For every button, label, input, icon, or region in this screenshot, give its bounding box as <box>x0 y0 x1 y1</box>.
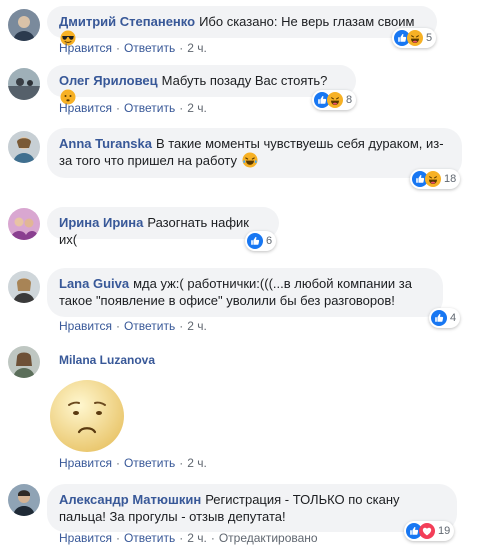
reaction-summary[interactable]: 5 <box>392 28 437 48</box>
comment-bubble: Александр Матюшкин Регистрация - ТОЛЬКО п… <box>47 484 457 532</box>
avatar[interactable] <box>8 484 40 516</box>
like-link[interactable]: Нравится <box>59 101 112 115</box>
reaction-summary[interactable]: 18 <box>410 169 461 189</box>
comment-bubble: Anna Turanska В такие моменты чувствуешь … <box>47 128 462 178</box>
reaction-summary[interactable]: 6 <box>245 231 277 251</box>
timestamp[interactable]: 2 ч. <box>187 531 207 545</box>
avatar[interactable] <box>8 68 40 100</box>
avatar[interactable] <box>8 208 40 240</box>
reaction-summary[interactable]: 19 <box>404 521 455 541</box>
haha-reaction-icon <box>327 92 343 108</box>
reaction-summary[interactable]: 4 <box>429 308 461 328</box>
comment-author[interactable]: Дмитрий Степаненко <box>59 14 195 29</box>
like-reaction-icon <box>431 310 447 326</box>
like-link[interactable]: Нравится <box>59 319 112 333</box>
comment-text: Мабуть позаду Вас стоять? <box>161 73 328 88</box>
reaction-count: 18 <box>444 173 457 185</box>
laughing-tears-emoji <box>242 152 258 168</box>
haha-reaction-icon <box>407 30 423 46</box>
comment-bubble: Lana Guiva мда уж:( работнички:(((...в лю… <box>47 268 443 317</box>
comment-author[interactable]: Ирина Ирина <box>59 215 143 230</box>
love-reaction-icon <box>419 523 435 539</box>
comment-bubble: Ирина Ирина Разогнать нафик их( <box>47 207 279 247</box>
reply-link[interactable]: Ответить <box>124 101 175 115</box>
reply-link[interactable]: Ответить <box>124 41 175 55</box>
reaction-count: 19 <box>438 525 451 537</box>
timestamp[interactable]: 2 ч. <box>187 101 207 115</box>
comment-author[interactable]: Anna Turanska <box>59 136 152 151</box>
comment-author[interactable]: Milana Luzanova <box>59 353 155 367</box>
like-link[interactable]: Нравится <box>59 456 112 470</box>
comment-author[interactable]: Александр Матюшкин <box>59 492 201 507</box>
timestamp[interactable]: 2 ч. <box>187 319 207 333</box>
like-link[interactable]: Нравится <box>59 531 112 545</box>
comment-author[interactable]: Lana Guiva <box>59 276 129 291</box>
comment-actions: Нравится · Ответить · 2 ч. <box>59 41 207 55</box>
reaction-count: 4 <box>450 312 457 324</box>
comment-actions: Нравится · Ответить · 2 ч. · Отредактировано <box>59 531 318 545</box>
reply-link[interactable]: Ответить <box>124 456 175 470</box>
avatar[interactable] <box>8 346 40 378</box>
sad-face-sticker[interactable] <box>47 374 127 454</box>
reaction-count: 6 <box>266 235 273 247</box>
avatar[interactable] <box>8 271 40 303</box>
reply-link[interactable]: Ответить <box>124 531 175 545</box>
comment-actions: Нравится · Ответить · 2 ч. <box>59 101 207 115</box>
reaction-count: 8 <box>346 94 353 106</box>
timestamp[interactable]: 2 ч. <box>187 456 207 470</box>
avatar[interactable] <box>8 131 40 163</box>
comment-text: Ибо сказано: Не верь глазам своим <box>199 14 415 29</box>
comment-bubble: Дмитрий Степаненко Ибо сказано: Не верь г… <box>47 6 437 46</box>
reaction-summary[interactable]: 8 <box>312 90 357 110</box>
comment-actions: Нравится · Ответить · 2 ч. <box>59 456 207 470</box>
haha-reaction-icon <box>425 171 441 187</box>
timestamp[interactable]: 2 ч. <box>187 41 207 55</box>
edited-label[interactable]: Отредактировано <box>219 531 318 545</box>
comment-actions: Нравится · Ответить · 2 ч. <box>59 319 207 333</box>
avatar[interactable] <box>8 9 40 41</box>
like-reaction-icon <box>247 233 263 249</box>
comment-author[interactable]: Олег Яриловец <box>59 73 158 88</box>
comment-bubble: Олег Яриловец Мабуть позаду Вас стоять? <box>47 65 356 105</box>
like-link[interactable]: Нравится <box>59 41 112 55</box>
reaction-count: 5 <box>426 32 433 44</box>
reply-link[interactable]: Ответить <box>124 319 175 333</box>
